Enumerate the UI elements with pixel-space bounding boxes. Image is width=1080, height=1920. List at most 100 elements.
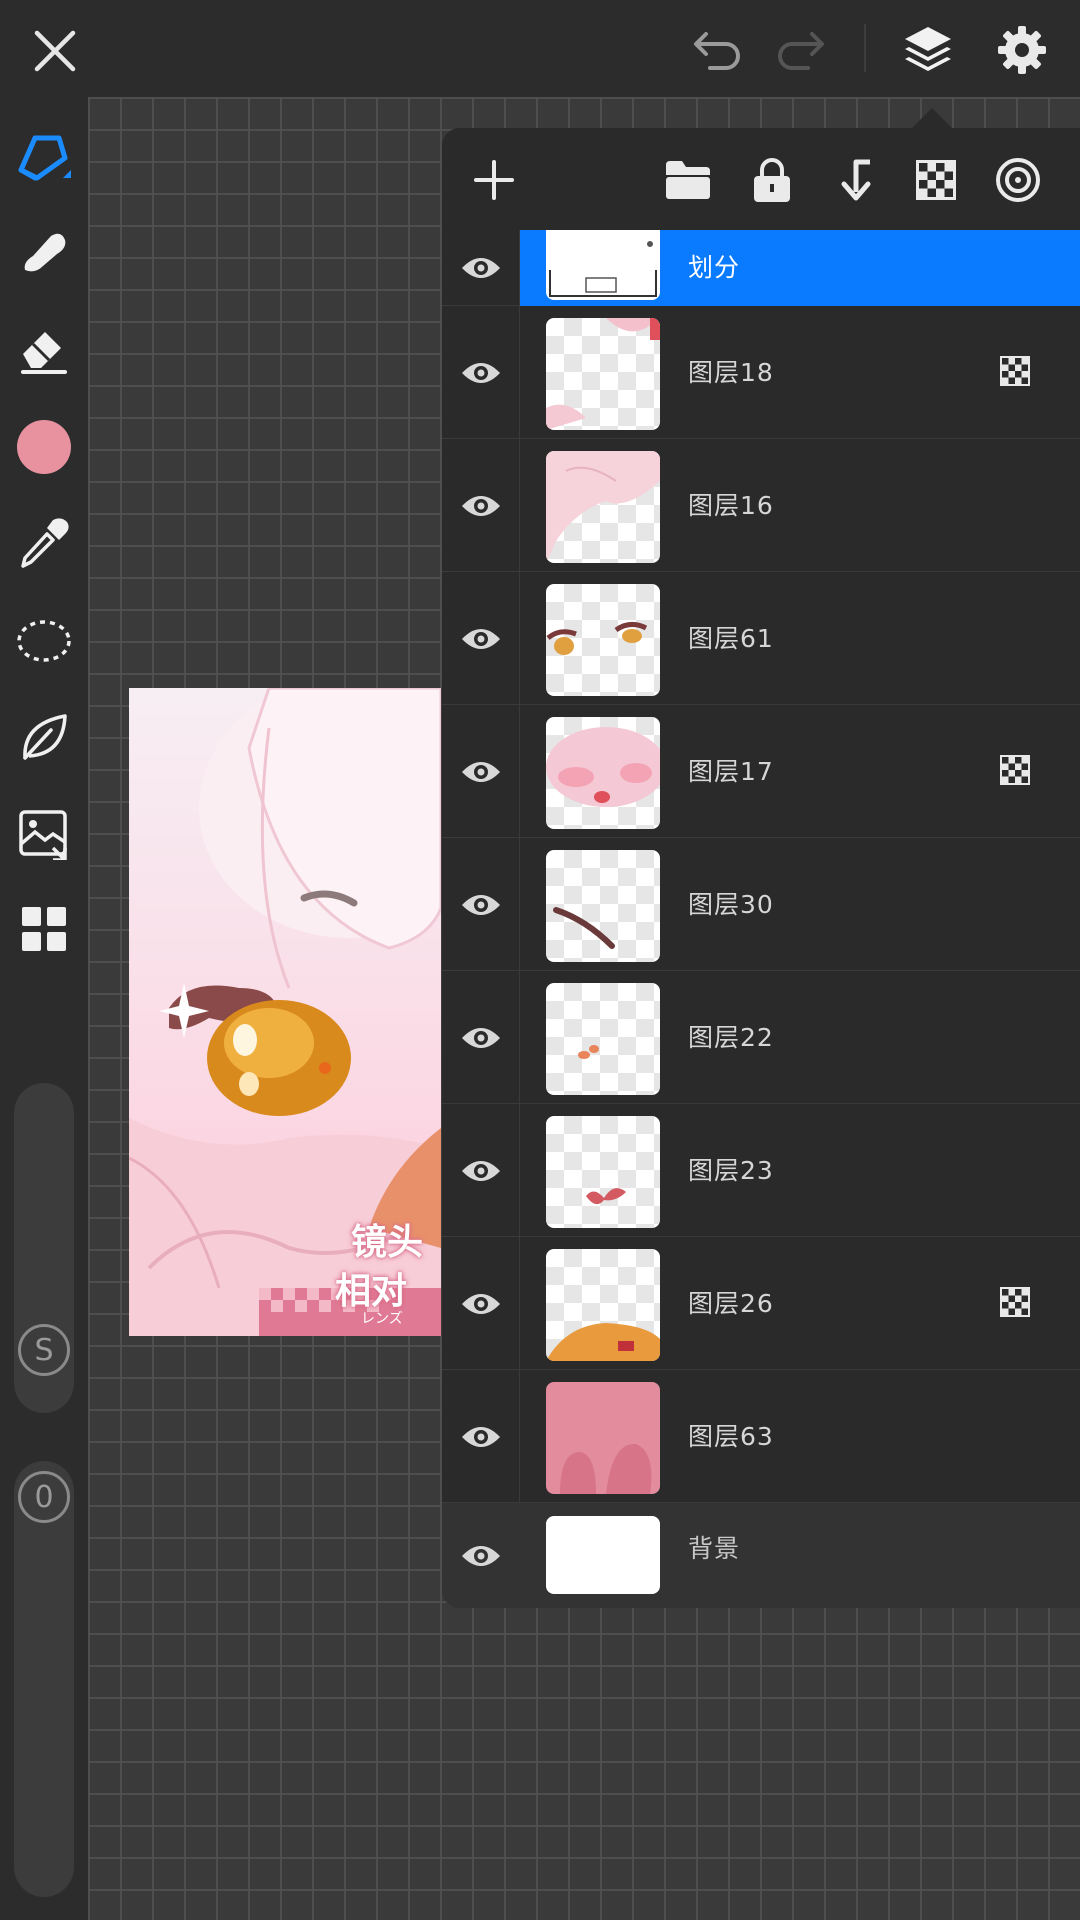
redo-button[interactable]	[770, 22, 830, 78]
alpha-lock-indicator	[1000, 356, 1032, 388]
layer-name: 划分	[688, 253, 741, 282]
eye-icon	[461, 362, 500, 383]
layer-row[interactable]: 图层18	[442, 306, 1080, 439]
layer-thumbnail-art	[578, 1045, 599, 1059]
layer-thumbnail-art	[549, 241, 657, 297]
eraser-icon	[21, 332, 67, 374]
layer-row[interactable]: 图层16	[442, 439, 1080, 572]
layer-row[interactable]: 图层26	[442, 1237, 1080, 1370]
visibility-toggle[interactable]	[442, 838, 520, 971]
layer-row[interactable]: 图层22	[442, 971, 1080, 1104]
checkerboard-icon	[1000, 755, 1030, 785]
layer-thumbnail	[546, 451, 660, 563]
eye-icon	[462, 1545, 500, 1566]
visibility-toggle[interactable]	[442, 971, 520, 1104]
layer-row[interactable]: 图层30	[442, 838, 1080, 971]
layer-thumbnail-art	[546, 1323, 660, 1361]
undo-button[interactable]	[688, 22, 748, 78]
selection-tool-button[interactable]	[12, 609, 76, 673]
layer-thumbnail-art	[546, 727, 660, 807]
layer-thumbnail-art	[546, 451, 660, 563]
artwork-canvas[interactable]: 镜头 相对 レンズ	[129, 688, 441, 1336]
layer-group-button[interactable]	[658, 150, 718, 210]
layer-thumbnail-art	[546, 318, 660, 430]
toolbar-divider	[864, 24, 866, 72]
visibility-toggle[interactable]	[442, 1503, 520, 1608]
checkerboard-icon	[1000, 356, 1030, 386]
visibility-toggle[interactable]	[442, 230, 520, 306]
layer-name: 图层63	[688, 1422, 774, 1451]
visibility-toggle[interactable]	[442, 1104, 520, 1237]
close-icon	[34, 30, 76, 72]
visibility-toggle[interactable]	[442, 306, 520, 439]
folder-icon	[666, 161, 710, 199]
eraser-tool-button[interactable]	[12, 317, 76, 381]
undo-icon	[694, 32, 740, 70]
layers-panel: 划分 图层18 图层16 图层61 图层17 图层30 图层22 图层23 图层…	[442, 128, 1080, 1608]
brush-size-knob[interactable]: S	[14, 1320, 74, 1380]
layer-name: 图层18	[688, 358, 774, 387]
visibility-toggle[interactable]	[442, 705, 520, 838]
leaf-icon	[23, 714, 67, 760]
background-layer-row[interactable]: 背景	[442, 1503, 1080, 1608]
checkerboard-icon	[916, 160, 956, 200]
eyedropper-icon	[21, 518, 69, 568]
eye-icon	[461, 495, 500, 516]
layer-thumbnail	[546, 230, 660, 300]
layer-row[interactable]: 图层17	[442, 705, 1080, 838]
add-layer-button[interactable]	[464, 150, 524, 210]
artwork-text-3: レンズ	[361, 1311, 403, 1327]
layer-name: 图层23	[688, 1156, 774, 1185]
eye-icon	[461, 1160, 500, 1181]
layer-name: 图层16	[688, 491, 774, 520]
alpha-lock-button[interactable]	[906, 150, 966, 210]
layer-thumbnail	[546, 717, 660, 829]
close-button[interactable]	[22, 18, 88, 84]
visibility-toggle[interactable]	[442, 439, 520, 572]
layer-row[interactable]: 图层61	[442, 572, 1080, 705]
merge-down-button[interactable]	[824, 150, 884, 210]
tool-sidebar: S 0	[0, 97, 88, 1920]
layer-thumbnail	[546, 1116, 660, 1228]
visibility-toggle[interactable]	[442, 1370, 520, 1503]
layer-thumbnail-art	[553, 907, 615, 949]
smudge-tool-button[interactable]	[12, 221, 76, 285]
eye-icon	[461, 628, 500, 649]
layer-name: 图层17	[688, 757, 774, 786]
settings-button[interactable]	[990, 18, 1054, 82]
visibility-toggle[interactable]	[442, 1237, 520, 1370]
visibility-toggle[interactable]	[442, 572, 520, 705]
image-import-icon	[19, 810, 67, 860]
layer-row[interactable]: 划分	[442, 230, 1080, 306]
layer-thumbnail	[546, 1382, 660, 1494]
eye-icon	[461, 894, 500, 915]
top-toolbar	[0, 0, 1080, 97]
import-image-button[interactable]	[12, 801, 76, 865]
brush-tool-button[interactable]	[12, 125, 76, 189]
layers-icon	[905, 27, 951, 71]
checkerboard-icon	[1000, 1287, 1030, 1317]
opacity-knob[interactable]: 0	[14, 1467, 74, 1527]
gear-icon	[998, 26, 1046, 74]
artwork-text-2: 相对	[335, 1271, 408, 1312]
alpha-lock-indicator	[1000, 1287, 1032, 1319]
eye-icon	[461, 1027, 500, 1048]
layer-thumbnail-art	[560, 1443, 652, 1494]
layer-row[interactable]: 图层63	[442, 1370, 1080, 1503]
more-tools-button[interactable]	[12, 897, 76, 961]
lock-layer-button[interactable]	[742, 150, 802, 210]
pen-icon	[18, 135, 71, 181]
reference-layer-button[interactable]	[988, 150, 1048, 210]
grid-menu-icon	[22, 907, 66, 951]
current-color-swatch	[17, 420, 71, 474]
layer-thumbnail-art	[546, 622, 648, 655]
layers-panel-toolbar	[442, 128, 1080, 230]
layer-row[interactable]: 图层23	[442, 1104, 1080, 1237]
adjustments-tool-button[interactable]	[12, 705, 76, 769]
background-color-thumbnail	[546, 1516, 660, 1594]
layers-button[interactable]	[896, 18, 960, 82]
plus-icon	[474, 160, 514, 200]
alpha-lock-indicator	[1000, 755, 1032, 787]
eyedropper-tool-button[interactable]	[12, 511, 76, 575]
color-button[interactable]	[12, 415, 76, 479]
